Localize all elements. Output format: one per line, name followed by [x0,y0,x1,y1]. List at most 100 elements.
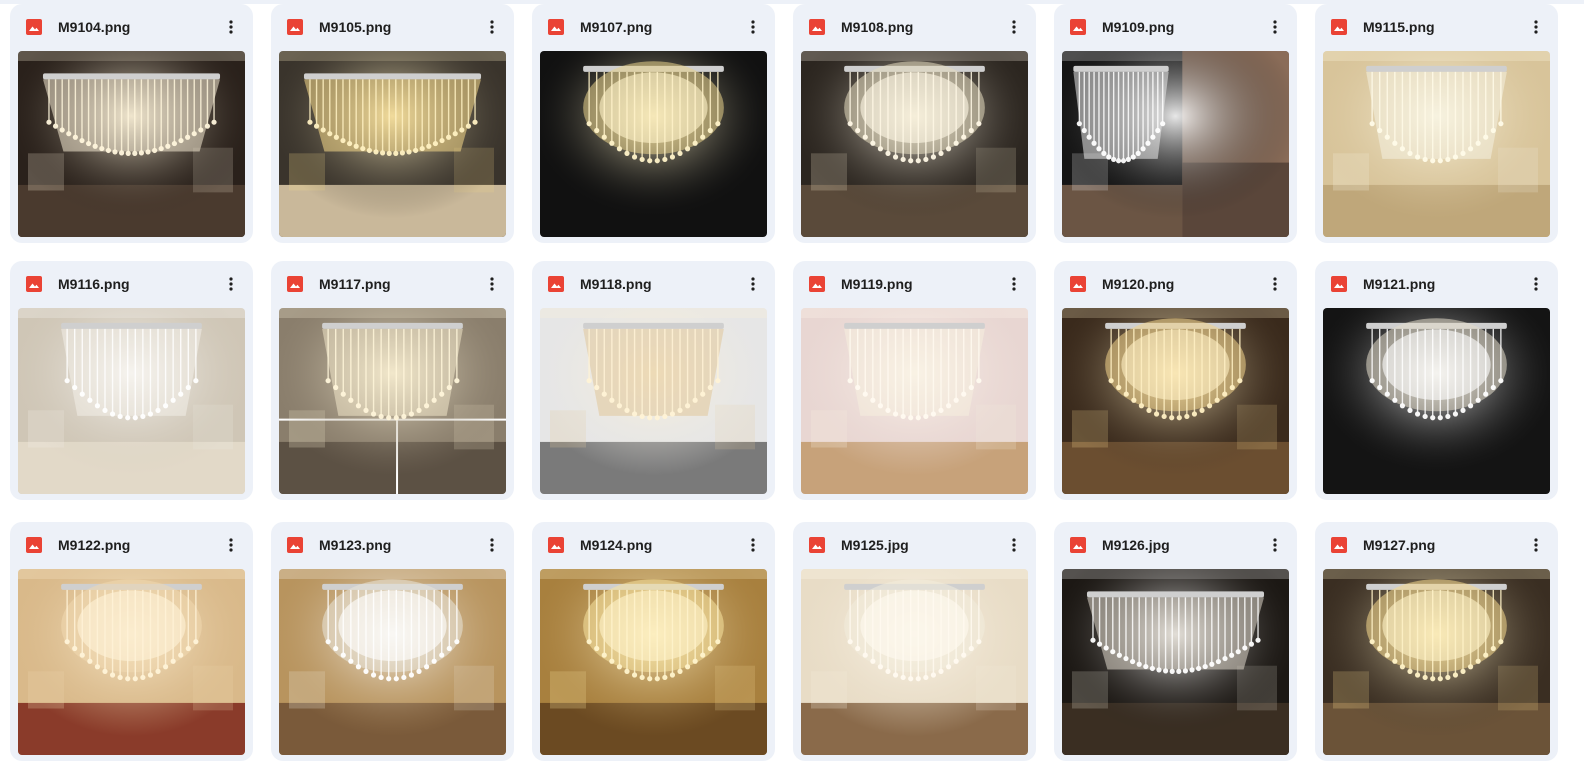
more-actions-button[interactable] [217,270,245,298]
file-name: M9105.png [319,19,392,35]
chandelier-image [1062,308,1289,494]
file-thumbnail[interactable] [801,569,1028,755]
file-thumbnail[interactable] [1323,51,1550,237]
image-file-icon [1070,19,1086,35]
image-file-icon [548,537,564,553]
file-card[interactable]: M9124.png [532,522,775,761]
file-name: M9120.png [1102,276,1175,292]
file-card[interactable]: M9105.png [271,4,514,243]
more-vert-icon [229,277,233,291]
image-file-icon [287,537,303,553]
file-thumbnail[interactable] [540,51,767,237]
file-thumbnail[interactable] [540,569,767,755]
more-vert-icon [1012,277,1016,291]
more-actions-button[interactable] [1000,270,1028,298]
file-thumbnail[interactable] [279,51,506,237]
image-file-icon [548,276,564,292]
file-card-header: M9121.png [1315,261,1558,301]
more-actions-button[interactable] [1522,270,1550,298]
image-file-icon [809,276,825,292]
file-card[interactable]: M9109.png [1054,4,1297,243]
file-card-header: M9123.png [271,522,514,562]
file-thumbnail[interactable] [18,51,245,237]
more-actions-button[interactable] [217,531,245,559]
more-actions-button[interactable] [1522,13,1550,41]
file-card-header: M9109.png [1054,4,1297,44]
chandelier-image [18,51,245,237]
file-card[interactable]: M9120.png [1054,261,1297,500]
file-thumbnail[interactable] [801,308,1028,494]
file-thumbnail[interactable] [801,51,1028,237]
more-vert-icon [751,20,755,34]
file-card[interactable]: M9121.png [1315,261,1558,500]
file-card[interactable]: M9125.jpg [793,522,1036,761]
more-actions-button[interactable] [1000,531,1028,559]
image-file-icon [26,19,42,35]
file-card[interactable]: M9104.png [10,4,253,243]
file-card[interactable]: M9108.png [793,4,1036,243]
file-card[interactable]: M9107.png [532,4,775,243]
file-thumbnail[interactable] [18,308,245,494]
more-actions-button[interactable] [1261,270,1289,298]
more-actions-button[interactable] [1000,13,1028,41]
more-vert-icon [1012,20,1016,34]
file-card-header: M9118.png [532,261,775,301]
file-card[interactable]: M9117.png [271,261,514,500]
chandelier-image [1323,51,1550,237]
file-card-header: M9120.png [1054,261,1297,301]
more-vert-icon [490,20,494,34]
file-card[interactable]: M9116.png [10,261,253,500]
file-thumbnail[interactable] [1323,308,1550,494]
image-file-icon [1070,276,1086,292]
file-name: M9126.jpg [1102,537,1170,553]
chandelier-image [801,51,1028,237]
more-actions-button[interactable] [739,531,767,559]
chandelier-image [1062,569,1289,755]
chandelier-image [279,308,506,494]
more-actions-button[interactable] [739,13,767,41]
file-thumbnail[interactable] [1062,569,1289,755]
chandelier-image [801,308,1028,494]
file-thumbnail[interactable] [1062,308,1289,494]
more-actions-button[interactable] [478,13,506,41]
image-file-icon [809,537,825,553]
file-card[interactable]: M9127.png [1315,522,1558,761]
chandelier-image [540,308,767,494]
file-card[interactable]: M9118.png [532,261,775,500]
file-card-header: M9122.png [10,522,253,562]
file-card[interactable]: M9115.png [1315,4,1558,243]
chandelier-image [279,51,506,237]
more-actions-button[interactable] [1261,13,1289,41]
chandelier-image [1062,51,1289,237]
more-actions-button[interactable] [739,270,767,298]
more-vert-icon [1273,538,1277,552]
file-name: M9117.png [319,276,391,292]
file-name: M9124.png [580,537,653,553]
more-actions-button[interactable] [1261,531,1289,559]
file-thumbnail[interactable] [279,569,506,755]
file-card[interactable]: M9119.png [793,261,1036,500]
file-thumbnail[interactable] [18,569,245,755]
chandelier-image [18,569,245,755]
image-file-icon [26,276,42,292]
chandelier-image [1323,569,1550,755]
file-card[interactable]: M9126.jpg [1054,522,1297,761]
file-thumbnail[interactable] [279,308,506,494]
file-thumbnail[interactable] [1062,51,1289,237]
more-actions-button[interactable] [217,13,245,41]
file-thumbnail[interactable] [540,308,767,494]
more-actions-button[interactable] [1522,531,1550,559]
more-actions-button[interactable] [478,270,506,298]
file-card[interactable]: M9123.png [271,522,514,761]
file-card-header: M9105.png [271,4,514,44]
file-card[interactable]: M9122.png [10,522,253,761]
more-actions-button[interactable] [478,531,506,559]
more-vert-icon [1534,538,1538,552]
more-vert-icon [229,538,233,552]
file-thumbnail[interactable] [1323,569,1550,755]
file-name: M9109.png [1102,19,1175,35]
more-vert-icon [1534,20,1538,34]
file-name: M9104.png [58,19,131,35]
file-card-header: M9127.png [1315,522,1558,562]
file-card-header: M9116.png [10,261,253,301]
